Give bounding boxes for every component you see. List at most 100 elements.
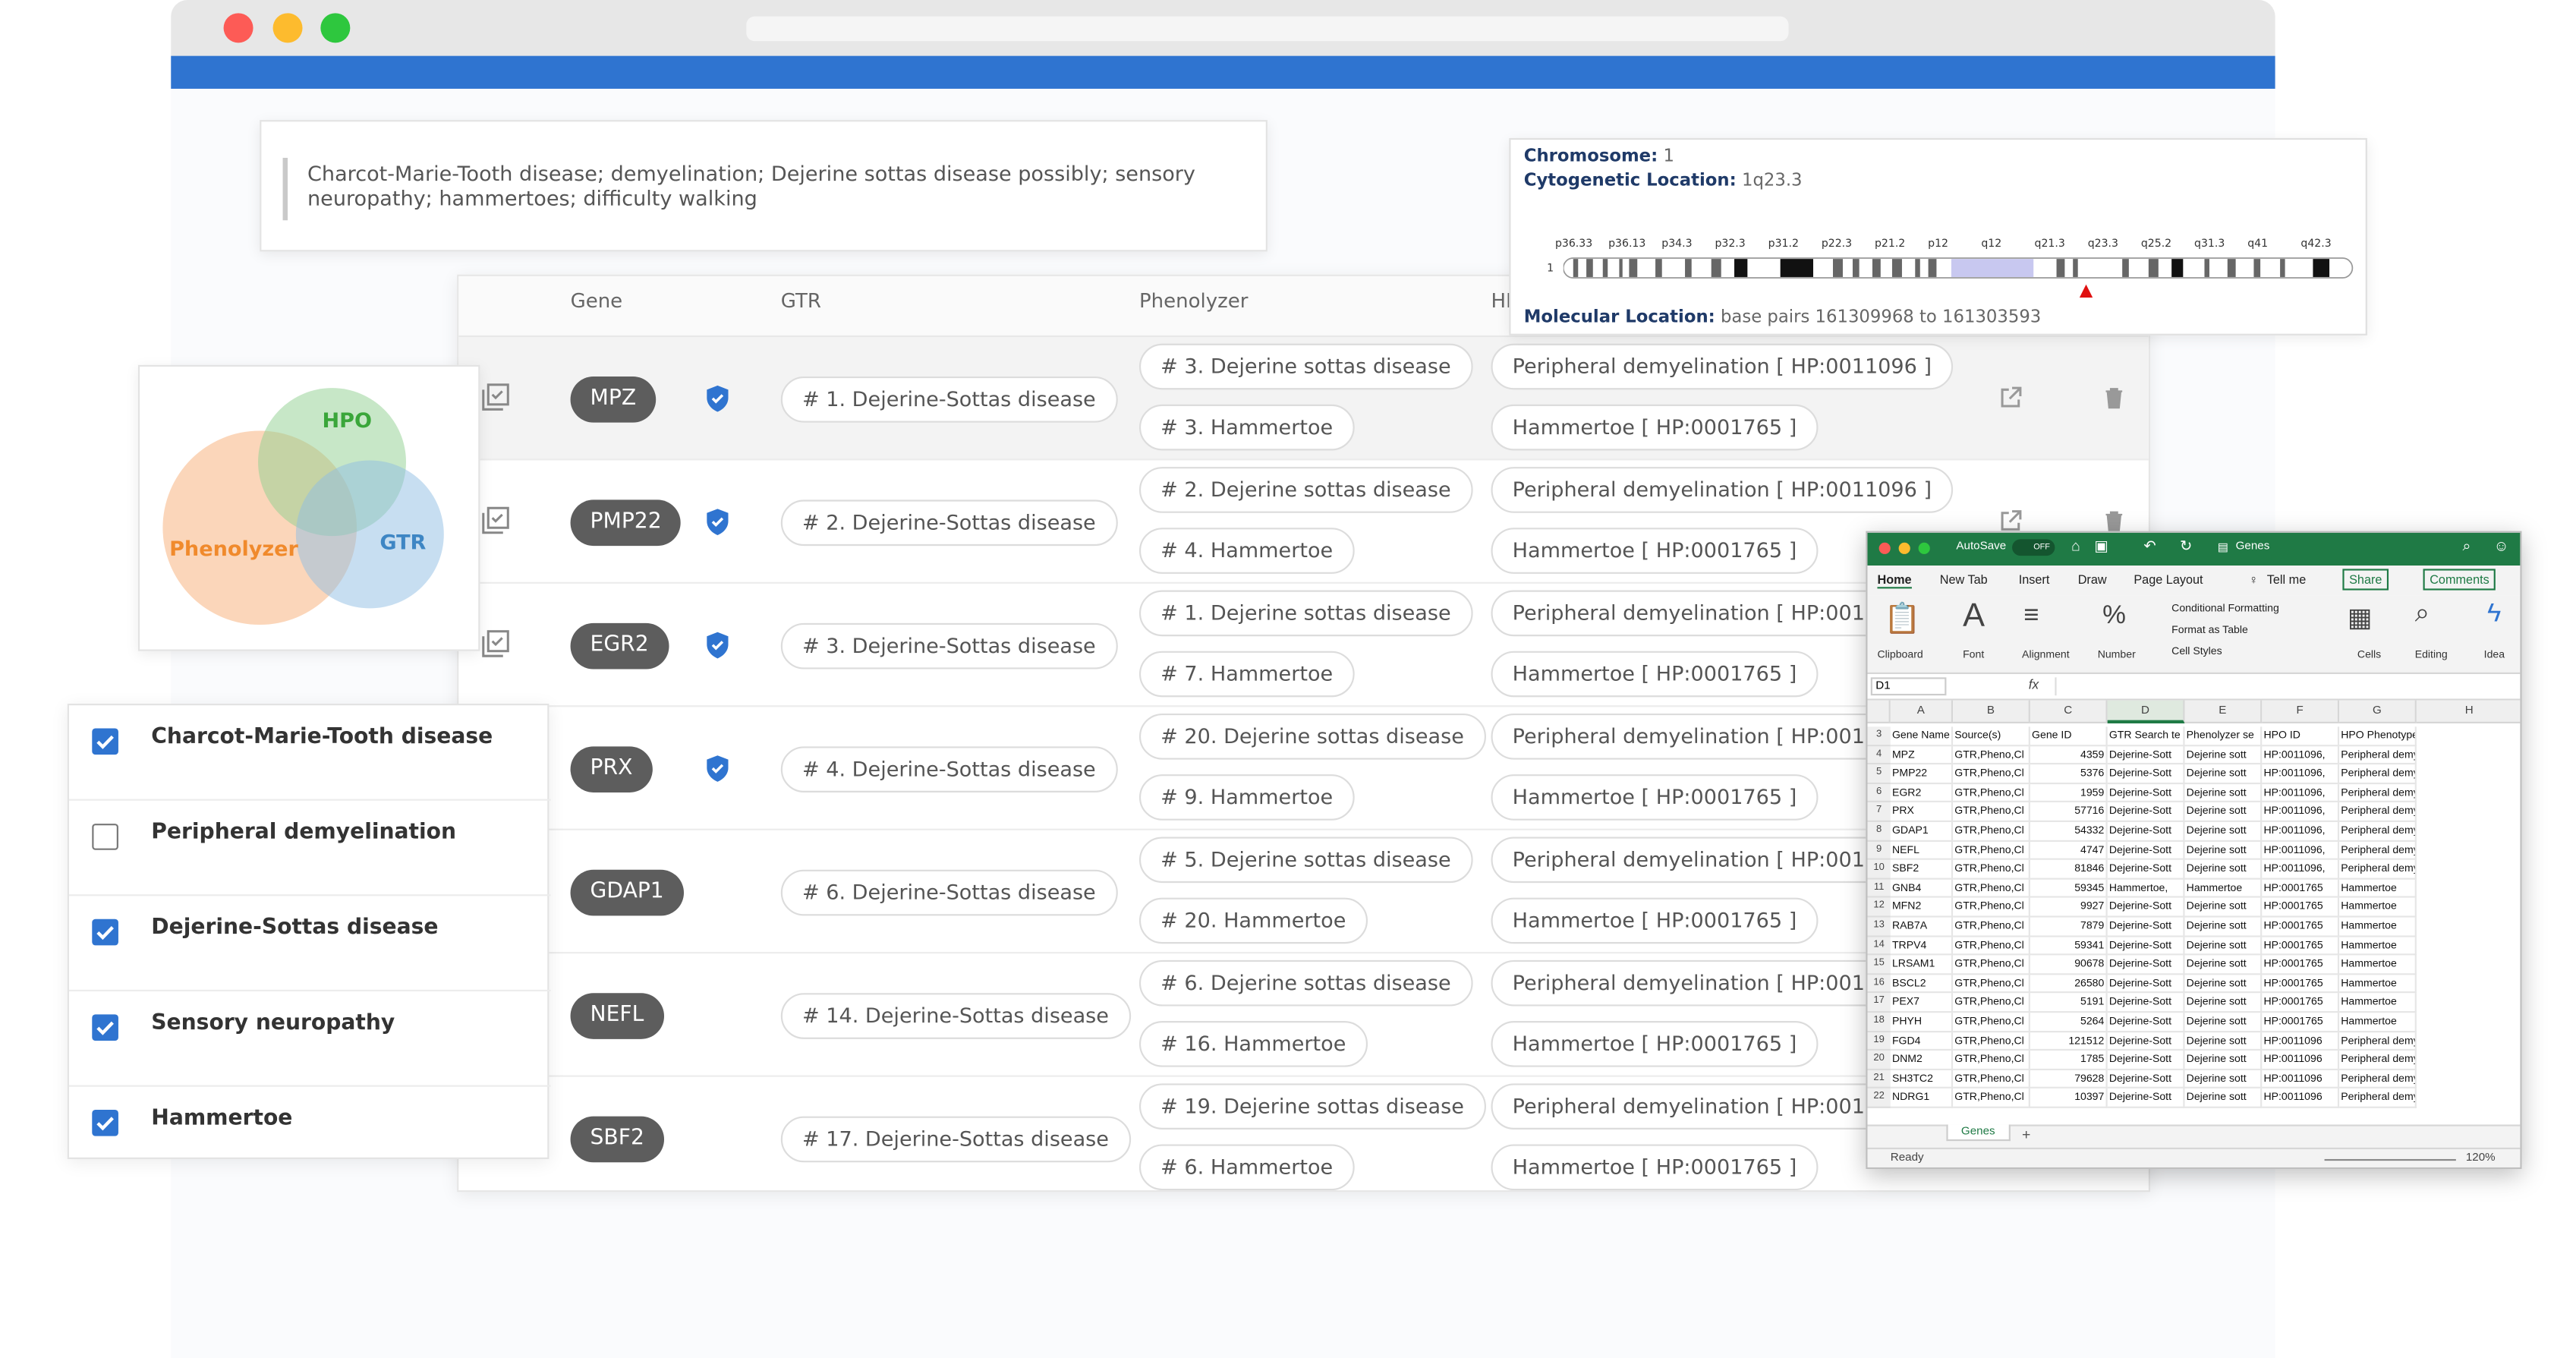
alignment-icon[interactable]: ≡ bbox=[2023, 602, 2039, 632]
sheet-cell[interactable]: 26580 bbox=[2030, 974, 2108, 994]
sheet-cell[interactable]: MFN2 bbox=[1890, 898, 1954, 918]
clipboard-icon[interactable]: 📋 bbox=[1884, 602, 1921, 636]
phenolyzer-rank-pill[interactable]: # 20. Hammertoe bbox=[1138, 897, 1368, 944]
gene-badge[interactable]: SBF2 bbox=[570, 1116, 664, 1163]
sheet-cell[interactable]: PHYH bbox=[1890, 1013, 1954, 1032]
sheet-cell[interactable]: Hammertoe bbox=[2339, 879, 2417, 899]
sheet-cell[interactable]: PMP22 bbox=[1890, 764, 1954, 784]
gtr-rank-pill[interactable]: # 4. Dejerine-Sottas disease bbox=[780, 746, 1117, 792]
tab-tell-me[interactable]: Tell me bbox=[2267, 572, 2306, 587]
filter-item[interactable]: Dejerine-Sottas disease bbox=[68, 896, 551, 992]
row-header[interactable]: 15 bbox=[1867, 955, 1891, 975]
sheet-cell[interactable]: Dejerine-Sott bbox=[2107, 745, 2185, 765]
gtr-rank-pill[interactable]: # 17. Dejerine-Sottas disease bbox=[780, 1116, 1131, 1163]
open-link-icon[interactable] bbox=[1999, 386, 2022, 409]
sheet-cell[interactable]: Dejerine sott bbox=[2184, 783, 2263, 803]
phenolyzer-rank-pill[interactable]: # 4. Hammertoe bbox=[1138, 528, 1355, 574]
column-header[interactable]: G bbox=[2339, 700, 2417, 723]
sheet-cell[interactable]: GTR,Pheno,Cl bbox=[1953, 860, 2030, 880]
search-icon[interactable]: ⌕ bbox=[2463, 537, 2471, 556]
sheet-cell[interactable]: DNM2 bbox=[1890, 1051, 1954, 1070]
sheet-cell[interactable]: Dejerine-Sott bbox=[2107, 860, 2185, 880]
row-header[interactable]: 9 bbox=[1867, 841, 1891, 861]
phenolyzer-rank-pill[interactable]: # 16. Hammertoe bbox=[1138, 1021, 1368, 1067]
phenolyzer-rank-pill[interactable]: # 20. Dejerine sottas disease bbox=[1138, 714, 1486, 760]
address-bar[interactable] bbox=[746, 16, 1789, 42]
sheet-cell[interactable]: Dejerine sott bbox=[2184, 1032, 2263, 1051]
sheet-cell[interactable]: Dejerine sott bbox=[2184, 974, 2263, 994]
sheet-cell[interactable]: Source(s) bbox=[1953, 726, 2030, 746]
sheet-cell[interactable]: GTR,Pheno,Cl bbox=[1953, 745, 2030, 765]
row-header[interactable]: 3 bbox=[1867, 726, 1891, 746]
sheet-cell[interactable]: Dejerine sott bbox=[2184, 764, 2263, 784]
sheet-cell[interactable]: 9927 bbox=[2030, 898, 2108, 918]
sheet-cell[interactable]: Dejerine-Sott bbox=[2107, 898, 2185, 918]
sheet-cell[interactable]: HP:0011096 bbox=[2262, 1070, 2340, 1089]
filter-checkbox-checked[interactable] bbox=[92, 918, 118, 946]
gene-badge[interactable]: PMP22 bbox=[570, 499, 682, 547]
filter-item[interactable]: Sensory neuropathy bbox=[68, 991, 551, 1087]
row-header[interactable]: 10 bbox=[1867, 860, 1891, 880]
row-header[interactable]: 16 bbox=[1867, 974, 1891, 994]
sheet-cell[interactable]: GDAP1 bbox=[1890, 821, 1954, 842]
sheet-cell[interactable]: Dejerine-Sott bbox=[2107, 1089, 2185, 1108]
phenolyzer-rank-pill[interactable]: # 3. Dejerine sottas disease bbox=[1138, 343, 1472, 390]
column-header[interactable]: D bbox=[2107, 700, 2185, 723]
sheet-cell[interactable]: GTR,Pheno,Cl bbox=[1953, 994, 2030, 1013]
sheet-cell[interactable]: Hammertoe, bbox=[2107, 879, 2185, 899]
row-header[interactable]: 7 bbox=[1867, 802, 1891, 822]
cells-icon[interactable]: ▦ bbox=[2348, 602, 2373, 635]
gene-badge[interactable]: MPZ bbox=[570, 376, 657, 423]
sheet-cell[interactable]: GTR,Pheno,Cl bbox=[1953, 1051, 2030, 1070]
row-header[interactable]: 11 bbox=[1867, 879, 1891, 899]
sheet-cell[interactable]: GTR,Pheno,Cl bbox=[1953, 764, 2030, 784]
sheet-cell[interactable]: GTR,Pheno,Cl bbox=[1953, 1032, 2030, 1051]
row-header[interactable]: 22 bbox=[1867, 1089, 1891, 1108]
delete-icon[interactable] bbox=[2102, 386, 2125, 409]
sheet-cell[interactable]: 121512 bbox=[2030, 1032, 2108, 1051]
minimize-window-button[interactable] bbox=[272, 13, 303, 43]
cell-styles-button[interactable]: Cell Styles bbox=[2171, 646, 2222, 657]
sheet-cell[interactable]: Gene ID bbox=[2030, 726, 2108, 746]
excel-maximize-button[interactable] bbox=[1918, 542, 1930, 554]
column-header[interactable]: B bbox=[1953, 700, 2030, 723]
sheet-cell[interactable]: HP:0001765 bbox=[2262, 879, 2340, 899]
sheet-cell[interactable]: Peripheral demyelination bbox=[2339, 1051, 2417, 1070]
sheet-cell[interactable]: FGD4 bbox=[1890, 1032, 1954, 1051]
sheet-cell[interactable]: Peripheral demyelination bbox=[2339, 1070, 2417, 1089]
excel-close-button[interactable] bbox=[1878, 542, 1891, 554]
phenolyzer-rank-pill[interactable]: # 19. Dejerine sottas disease bbox=[1138, 1083, 1486, 1130]
sheet-cell[interactable]: Dejerine-Sott bbox=[2107, 994, 2185, 1013]
column-header[interactable]: C bbox=[2030, 700, 2108, 723]
sheet-cell[interactable]: HP:0011096, bbox=[2262, 745, 2340, 765]
phenolyzer-rank-pill[interactable]: # 6. Dejerine sottas disease bbox=[1138, 959, 1472, 1007]
row-header[interactable]: 6 bbox=[1867, 783, 1891, 803]
sheet-cell[interactable]: HP:0011096 bbox=[2262, 1089, 2340, 1108]
filter-checkbox-checked[interactable] bbox=[92, 1109, 118, 1136]
filter-checkbox-checked[interactable] bbox=[92, 1014, 118, 1041]
tab-home[interactable]: Home bbox=[1877, 572, 1912, 589]
filter-item[interactable]: Hammertoe bbox=[69, 1087, 551, 1183]
function-icon[interactable]: fx bbox=[2029, 677, 2039, 692]
sheet-tab-genes[interactable]: Genes bbox=[1946, 1124, 2011, 1142]
zoom-slider[interactable] bbox=[2324, 1158, 2456, 1161]
hpo-term-pill[interactable]: Hammertoe [ HP:0001765 ] bbox=[1491, 528, 1819, 574]
tab-page-layout[interactable]: Page Layout bbox=[2134, 572, 2203, 587]
delete-icon[interactable] bbox=[2102, 509, 2125, 532]
sheet-cell[interactable]: 59345 bbox=[2030, 879, 2108, 899]
save-icon[interactable]: ▣ bbox=[2094, 537, 2108, 556]
hpo-term-pill[interactable]: Hammertoe [ HP:0001765 ] bbox=[1491, 1144, 1819, 1191]
row-header[interactable]: 14 bbox=[1867, 936, 1891, 956]
sheet-cell[interactable]: 1785 bbox=[2030, 1051, 2108, 1070]
excel-minimize-button[interactable] bbox=[1898, 542, 1910, 554]
sheet-cell[interactable]: Hammertoe bbox=[2339, 917, 2417, 937]
row-select-checkbox[interactable] bbox=[482, 630, 510, 658]
sheet-cell[interactable]: Hammertoe bbox=[2339, 955, 2417, 975]
sheet-cell[interactable]: 5264 bbox=[2030, 1013, 2108, 1032]
sheet-cell[interactable]: HPO Phenotype bbox=[2339, 726, 2417, 746]
comments-button[interactable]: Comments bbox=[2423, 569, 2496, 591]
sheet-cell[interactable]: Dejerine sott bbox=[2184, 860, 2263, 880]
row-header[interactable]: 5 bbox=[1867, 764, 1891, 784]
sheet-cell[interactable]: GTR,Pheno,Cl bbox=[1953, 917, 2030, 937]
gene-badge[interactable]: PRX bbox=[570, 746, 653, 792]
